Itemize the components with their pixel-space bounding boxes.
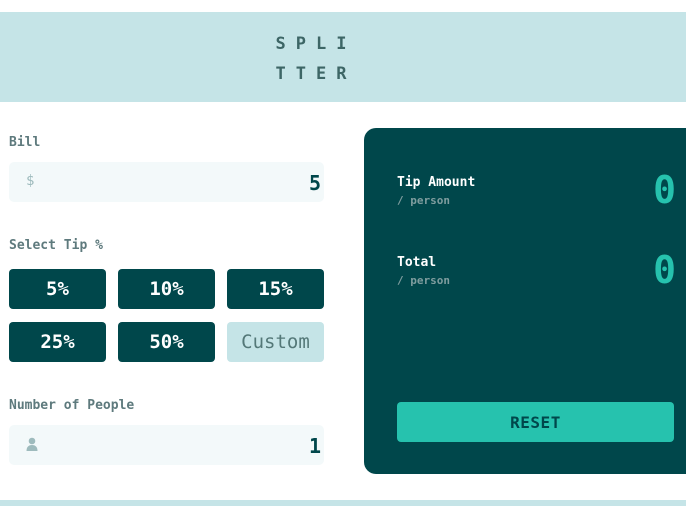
person-icon [26,437,38,451]
results-panel: Tip Amount / person 0 Total / person 0 R… [364,128,686,474]
dollar-icon: $ [26,173,35,189]
tip-amount-per-person-label: / person [397,194,450,207]
select-tip-label: Select Tip % [9,238,103,253]
total-label: Total [397,255,437,270]
tip-amount-value: 0 [653,168,676,212]
tip-amount-label: Tip Amount [397,175,476,190]
custom-tip-input[interactable]: Custom [227,322,324,362]
people-value: 1 [308,434,321,458]
people-label: Number of People [9,398,135,413]
bill-label: Bill [9,135,41,150]
bill-value: 5 [308,171,321,195]
tip-50-button[interactable]: 50% [118,322,215,362]
tip-25-button[interactable]: 25% [9,322,106,362]
tip-10-button[interactable]: 10% [118,269,215,309]
top-strip [0,0,686,12]
logo-text-line-2: TTER [275,64,357,84]
tip-5-button[interactable]: 5% [9,269,106,309]
total-value: 0 [653,248,676,292]
bill-input[interactable]: $ 5 [9,162,324,202]
tip-15-button[interactable]: 15% [227,269,324,309]
bottom-strip [0,500,686,506]
total-per-person-label: / person [397,274,450,287]
header: SPLI TTER [0,12,686,102]
people-input[interactable]: 1 [9,425,324,465]
reset-button[interactable]: RESET [397,402,674,442]
logo-text-line-1: SPLI [275,34,357,54]
